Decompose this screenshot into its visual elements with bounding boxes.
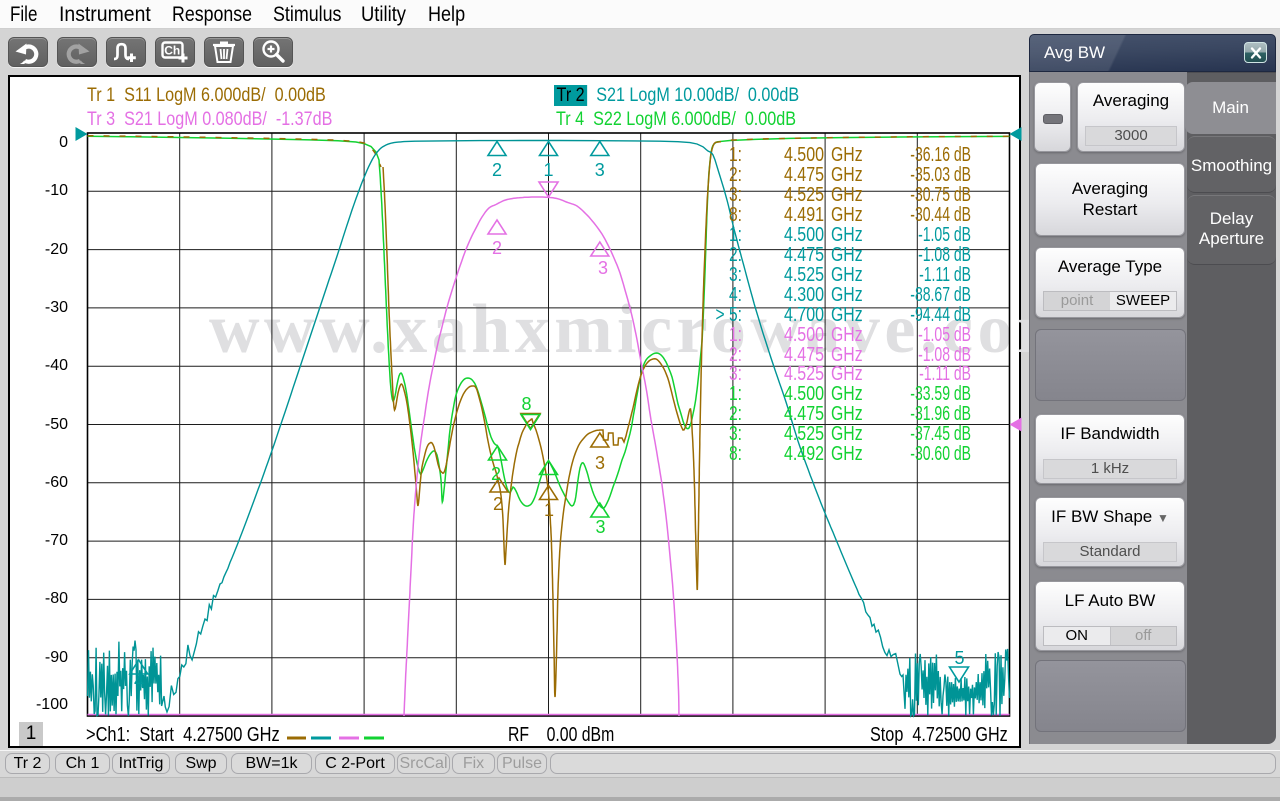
svg-text:3: 3 [595,453,605,473]
svg-text:8: 8 [521,394,531,414]
svg-text:3: 3 [598,258,608,278]
svg-text:4: 4 [134,671,144,691]
svg-text:1: 1 [543,160,553,180]
svg-text:5: 5 [954,648,964,668]
svg-text:3: 3 [595,160,605,180]
svg-text:1: 1 [544,500,554,520]
svg-text:3: 3 [595,517,605,537]
svg-text:2: 2 [492,160,502,180]
svg-text:2: 2 [493,494,503,514]
svg-text:2: 2 [491,464,501,484]
svg-text:2: 2 [492,238,502,258]
